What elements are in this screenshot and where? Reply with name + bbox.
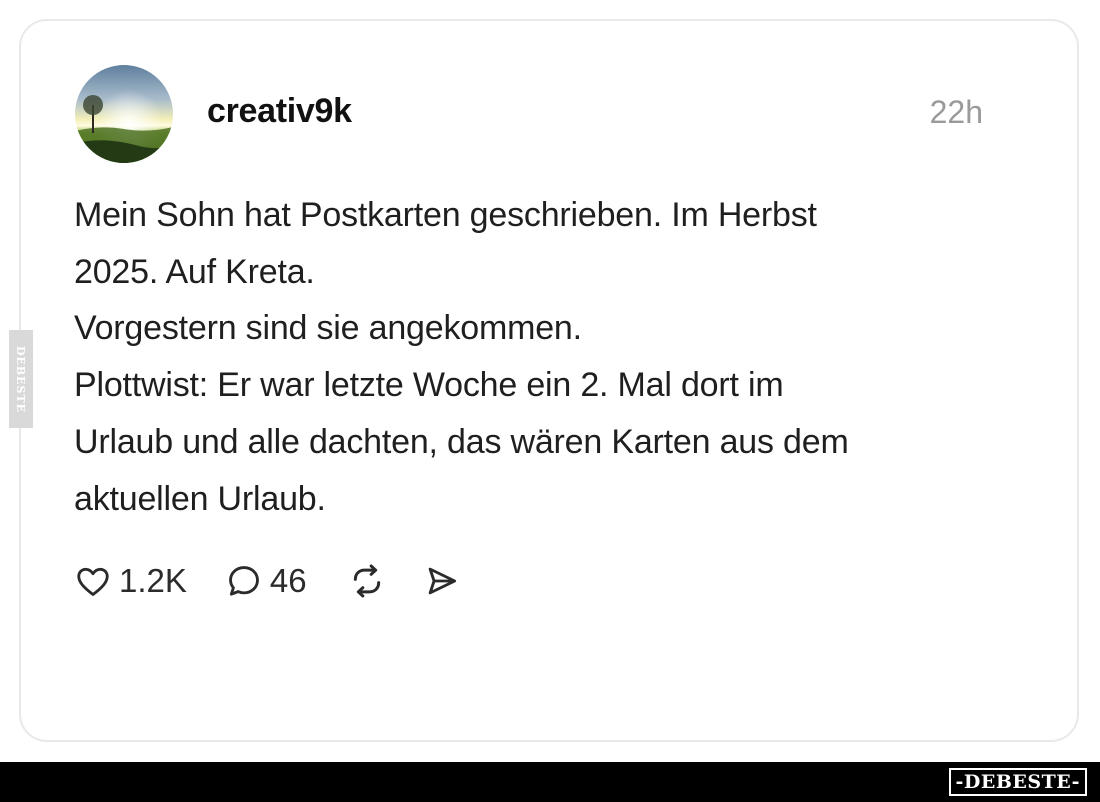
post-text-line: Plottwist: Er war letzte Woche ein 2. Ma… <box>74 366 784 405</box>
post-text-line: aktuellen Urlaub. <box>74 479 326 518</box>
post-text-line: Vorgestern sind sie angekommen. <box>74 309 582 348</box>
share-button[interactable] <box>423 555 461 607</box>
side-watermark-text: DEBESTE <box>14 345 28 413</box>
comment-button[interactable]: 46 <box>225 555 307 607</box>
comment-count: 46 <box>269 562 307 599</box>
comment-bubble-icon[interactable] <box>225 562 263 600</box>
repost-icon[interactable] <box>347 561 387 601</box>
like-button[interactable]: 1.2K <box>74 555 187 607</box>
side-watermark: DEBESTE <box>9 330 33 428</box>
post-timestamp: 22h <box>929 94 983 130</box>
username[interactable]: creativ9k <box>207 91 352 131</box>
post-text: Mein Sohn hat Postkarten geschrieben. Im… <box>74 187 1034 527</box>
heart-icon[interactable] <box>74 562 112 600</box>
repost-button[interactable] <box>347 555 387 607</box>
footer-watermark-logo: -DEBESTE- <box>948 768 1087 796</box>
post-actions: 1.2K 46 <box>74 555 461 607</box>
avatar[interactable] <box>75 65 173 163</box>
post-text-line: Mein Sohn hat Postkarten geschrieben. Im… <box>74 196 817 234</box>
footer-bar: -DEBESTE- <box>0 762 1100 802</box>
like-count: 1.2K <box>119 562 187 599</box>
post-text-line: 2025. Auf Kreta. <box>74 252 315 291</box>
post-text-line: Urlaub und alle dachten, das wären Karte… <box>74 422 849 461</box>
send-icon[interactable] <box>423 562 461 600</box>
